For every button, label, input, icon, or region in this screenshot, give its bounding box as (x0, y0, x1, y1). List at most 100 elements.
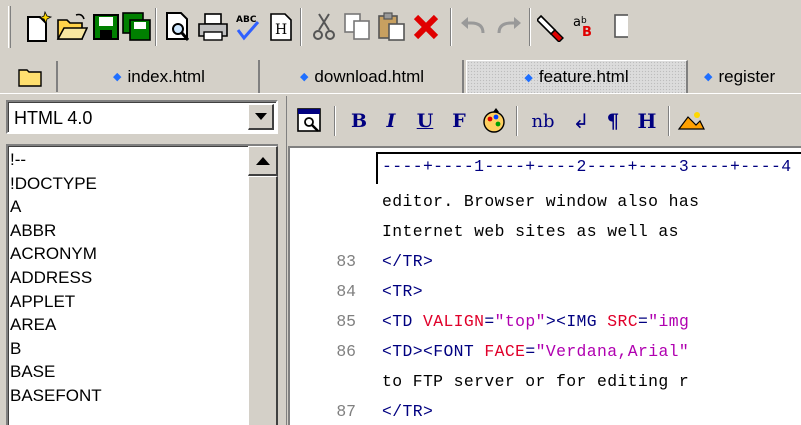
tab-download-html[interactable]: ◆ download.html (262, 60, 464, 93)
line-number: 86 (336, 342, 356, 361)
new-file-icon[interactable] (21, 9, 55, 45)
spell-check-icon[interactable]: ABC (230, 9, 264, 45)
code-text: <TD VALIGN="top"><IMG SRC="img (382, 312, 690, 331)
toolbar-separator (516, 106, 518, 136)
code-line[interactable]: editor. Browser window also has (290, 188, 801, 216)
toolbar-separator (450, 8, 452, 46)
tag-list-item[interactable]: ADDRESS (10, 266, 246, 290)
highlighter-icon[interactable] (536, 9, 570, 45)
bold-button[interactable]: B (346, 106, 372, 136)
html-document-icon[interactable]: H (264, 9, 298, 45)
code-text: </TR> (382, 402, 434, 421)
code-text: Internet web sites as well as (382, 222, 679, 241)
line-number: 83 (336, 252, 356, 271)
line-break-button[interactable]: ↲ (568, 106, 594, 136)
tag-list-item[interactable]: A (10, 195, 246, 219)
toolbar-grip[interactable] (8, 6, 11, 48)
tag-list-item[interactable]: !-- (10, 148, 246, 172)
doctype-select-value: HTML 4.0 (14, 108, 93, 128)
undo-icon[interactable] (457, 9, 491, 45)
file-tab-strip: ◆ index.html ◆ download.html ◆ feature.html… (0, 58, 801, 94)
underline-button[interactable]: U (412, 106, 438, 136)
chevron-up-icon (255, 156, 270, 165)
code-line[interactable]: 85 <TD VALIGN="top"><IMG SRC="img (290, 308, 801, 336)
html-file-icon: ◆ (524, 71, 533, 84)
nbsp-button[interactable]: nb (524, 106, 562, 136)
format-toolbar: B I U F nb ↲ ¶ H (288, 98, 801, 142)
tag-list-items: !-- !DOCTYPE A ABBR ACRONYM ADDRESS APPLET AREA… (10, 148, 246, 408)
toolbar-separator (529, 8, 531, 46)
tag-list-item[interactable]: BASE (10, 360, 246, 384)
folder-icon (18, 68, 42, 87)
html-file-icon: ◆ (299, 71, 309, 83)
svg-text:H: H (275, 22, 287, 38)
code-text: <TD><FONT FACE="Verdana,Arial" (382, 342, 690, 361)
save-icon[interactable] (89, 9, 123, 45)
color-palette-icon[interactable] (478, 106, 510, 136)
svg-text:B: B (582, 25, 592, 40)
document-icon[interactable] (604, 9, 638, 45)
tag-list-item[interactable]: AREA (10, 313, 246, 337)
print-icon[interactable] (196, 9, 230, 45)
line-number: 87 (336, 402, 356, 421)
tag-list-item[interactable]: ACRONYM (10, 242, 246, 266)
scroll-thumb[interactable] (248, 176, 278, 425)
code-line[interactable]: 83 </TR> (290, 248, 801, 276)
code-line[interactable]: 87 </TR> (290, 398, 801, 425)
doctype-select[interactable]: HTML 4.0 (6, 100, 278, 134)
open-folder-icon[interactable] (55, 9, 89, 45)
preview-icon[interactable] (294, 106, 326, 136)
print-preview-icon[interactable] (162, 9, 196, 45)
dropdown-button[interactable] (248, 104, 274, 130)
toolbar-separator (155, 8, 157, 46)
toolbar-separator (668, 106, 670, 136)
ruler-text: ----+----1----+----2----+----3----+----4 (382, 157, 792, 176)
copy-icon[interactable] (341, 9, 375, 45)
svg-text:b: b (581, 16, 587, 26)
tag-list-item[interactable]: !DOCTYPE (10, 172, 246, 196)
code-text: </TR> (382, 252, 434, 271)
tag-list-scrollbar[interactable] (248, 146, 278, 425)
panel-splitter[interactable] (279, 96, 287, 425)
line-number: 85 (336, 312, 356, 331)
code-line[interactable]: 84 <TR> (290, 278, 801, 306)
toolbar-separator (334, 106, 336, 136)
tab-index-html[interactable]: ◆ index.html (60, 60, 260, 93)
main-toolbar: ABC H aBb (0, 0, 801, 56)
tag-list-item[interactable]: B (10, 337, 246, 361)
italic-button[interactable]: I (378, 106, 404, 136)
folder-tab[interactable] (4, 61, 58, 92)
svg-text:ABC: ABC (236, 15, 257, 25)
code-line[interactable]: to FTP server or for editing r (290, 368, 801, 396)
cut-icon[interactable] (307, 9, 341, 45)
svg-text:a: a (573, 15, 581, 30)
tab-register[interactable]: ◆ register (690, 60, 801, 93)
code-line[interactable]: Internet web sites as well as (290, 218, 801, 246)
heading-button[interactable]: H (632, 106, 662, 136)
tab-feature-html[interactable]: ◆ feature.html (466, 60, 688, 93)
delete-icon[interactable] (409, 9, 443, 45)
chevron-down-icon (254, 113, 267, 120)
code-text: editor. Browser window also has (382, 192, 700, 211)
paragraph-button[interactable]: ¶ (600, 106, 626, 136)
html-file-icon: ◆ (113, 71, 122, 83)
line-number: 84 (336, 282, 356, 301)
code-text: <TR> (382, 282, 423, 301)
tag-list-item[interactable]: ABBR (10, 219, 246, 243)
redo-icon[interactable] (491, 9, 525, 45)
code-editor[interactable]: ----+----1----+----2----+----3----+----4… (288, 146, 801, 425)
html-file-icon: ◆ (704, 71, 713, 83)
code-text: to FTP server or for editing r (382, 372, 690, 391)
toolbar-separator (300, 8, 302, 46)
find-replace-icon[interactable]: aBb (570, 9, 604, 45)
tag-list-item[interactable]: BASEFONT (10, 384, 246, 408)
tag-list[interactable]: !-- !DOCTYPE A ABBR ACRONYM ADDRESS APPLET AREA… (6, 144, 278, 425)
scroll-up-button[interactable] (248, 146, 278, 176)
save-all-icon[interactable] (120, 9, 154, 45)
insert-image-icon[interactable] (676, 106, 706, 136)
paste-icon[interactable] (375, 9, 409, 45)
tag-list-item[interactable]: APPLET (10, 290, 246, 314)
code-line[interactable]: 86 <TD><FONT FACE="Verdana,Arial" (290, 338, 801, 366)
column-ruler: ----+----1----+----2----+----3----+----4 (376, 152, 801, 184)
font-button[interactable]: F (446, 106, 472, 136)
